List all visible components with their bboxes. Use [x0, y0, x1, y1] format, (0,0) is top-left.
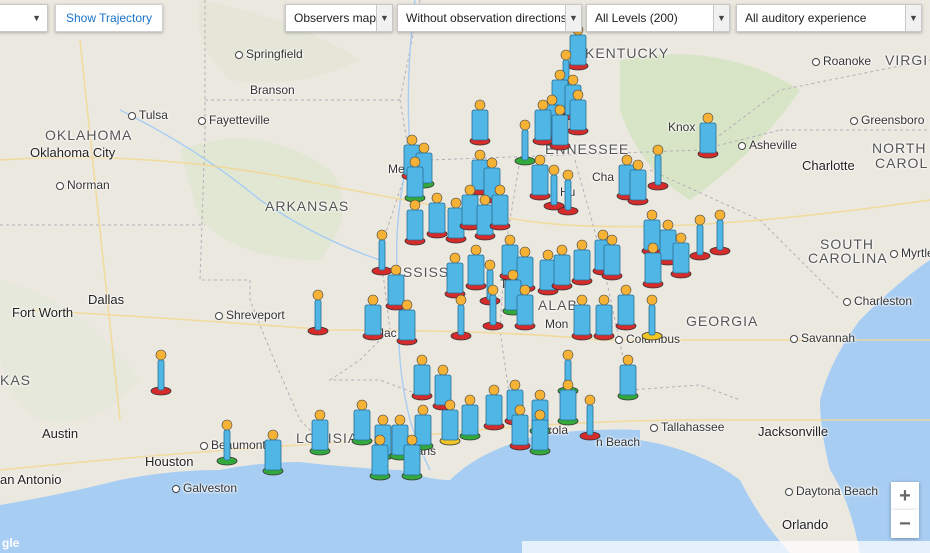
- observer-marker[interactable]: [557, 169, 579, 216]
- observer-marker[interactable]: [404, 199, 426, 246]
- observer-marker[interactable]: [482, 284, 504, 331]
- observer-marker[interactable]: [262, 429, 284, 476]
- show-trajectory-label: Show Trajectory: [66, 11, 153, 25]
- observer-marker[interactable]: [557, 379, 579, 426]
- google-logo: gle: [2, 536, 20, 550]
- directions-value: Without observation directions: [406, 11, 565, 25]
- auditory-select[interactable]: All auditory experience ▼: [736, 4, 922, 32]
- chevron-down-icon: ▼: [565, 5, 581, 31]
- chevron-down-icon: ▼: [905, 5, 921, 31]
- observer-marker[interactable]: [709, 209, 731, 256]
- observer-marker[interactable]: [411, 354, 433, 401]
- zoom-in-button[interactable]: +: [891, 482, 919, 510]
- observer-marker[interactable]: [307, 289, 329, 336]
- observer-marker[interactable]: [216, 419, 238, 466]
- observer-marker[interactable]: [551, 244, 573, 291]
- observer-marker[interactable]: [483, 384, 505, 431]
- observer-marker[interactable]: [579, 394, 601, 441]
- chevron-down-icon: ▼: [376, 5, 392, 31]
- observer-marker[interactable]: [615, 284, 637, 331]
- observer-marker[interactable]: [593, 294, 615, 341]
- observer-marker[interactable]: [459, 394, 481, 441]
- observer-marker[interactable]: [689, 214, 711, 261]
- levels-select[interactable]: All Levels (200) ▼: [586, 4, 730, 32]
- observer-marker[interactable]: [647, 144, 669, 191]
- directions-select[interactable]: Without observation directions ▼: [397, 4, 582, 32]
- map-canvas[interactable]: Springfield Branson Tulsa Fayetteville OKLAH…: [0, 0, 930, 553]
- chevron-down-icon: ▼: [32, 13, 41, 23]
- observer-marker[interactable]: [571, 294, 593, 341]
- show-trajectory-button[interactable]: Show Trajectory: [55, 4, 164, 32]
- observer-marker[interactable]: [444, 252, 466, 299]
- chevron-down-icon: ▼: [713, 5, 729, 31]
- map-mode-select[interactable]: Observers map ▼: [285, 4, 393, 32]
- observer-marker[interactable]: [571, 239, 593, 286]
- observer-marker[interactable]: [450, 294, 472, 341]
- observer-marker[interactable]: [514, 119, 536, 166]
- observer-marker[interactable]: [371, 229, 393, 276]
- observer-marker[interactable]: [465, 244, 487, 291]
- auditory-value: All auditory experience: [745, 11, 867, 25]
- observer-markers: [150, 24, 731, 481]
- plus-icon: +: [899, 485, 911, 507]
- observer-marker[interactable]: [150, 349, 172, 396]
- observer-marker[interactable]: [309, 409, 331, 456]
- observer-marker[interactable]: [351, 399, 373, 446]
- map-mode-value: Observers map: [294, 11, 376, 25]
- map-attribution: [522, 541, 930, 553]
- zoom-out-button[interactable]: −: [891, 510, 919, 538]
- first-select-dropdown[interactable]: ▼: [0, 4, 48, 32]
- observer-marker[interactable]: [641, 294, 663, 341]
- observer-marker[interactable]: [426, 192, 448, 239]
- observer-marker[interactable]: [617, 354, 639, 401]
- observer-marker[interactable]: [697, 112, 719, 159]
- levels-value: All Levels (200): [595, 11, 678, 25]
- minus-icon: −: [899, 513, 911, 535]
- observer-marker[interactable]: [469, 99, 491, 146]
- observer-marker[interactable]: [362, 294, 384, 341]
